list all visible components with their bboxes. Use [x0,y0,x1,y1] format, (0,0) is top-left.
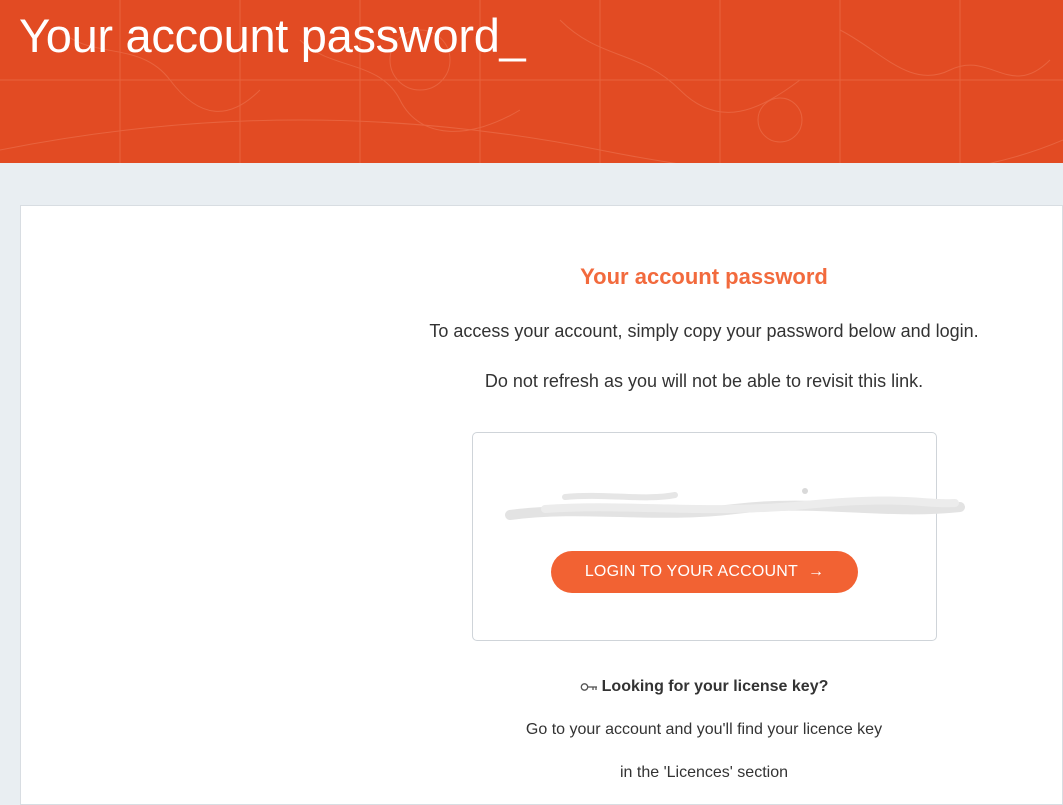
instruction-text-1: To access your account, simply copy your… [429,321,979,341]
password-card: Your account password To access your acc… [20,205,1063,805]
license-heading: Looking for your license key? [404,678,1004,696]
key-icon [580,683,597,691]
login-button-label: LOGIN TO YOUR ACCOUNT [584,563,798,580]
license-text-2: in the 'Licences' section [620,764,788,781]
page-header: Your account password_ [0,0,1063,163]
login-button[interactable]: LOGIN TO YOUR ACCOUNT → [551,551,858,593]
license-heading-text: Looking for your license key? [601,678,829,695]
arrow-right-icon: → [807,563,825,580]
card-title: Your account password [580,264,828,289]
password-value-redacted[interactable] [505,485,965,525]
page-title: Your account password_ [19,9,526,62]
license-text-1: Go to your account and you'll find your … [525,721,883,738]
instruction-text-2: Do not refresh as you will not be able t… [484,371,924,391]
password-box: LOGIN TO YOUR ACCOUNT → [472,432,965,641]
